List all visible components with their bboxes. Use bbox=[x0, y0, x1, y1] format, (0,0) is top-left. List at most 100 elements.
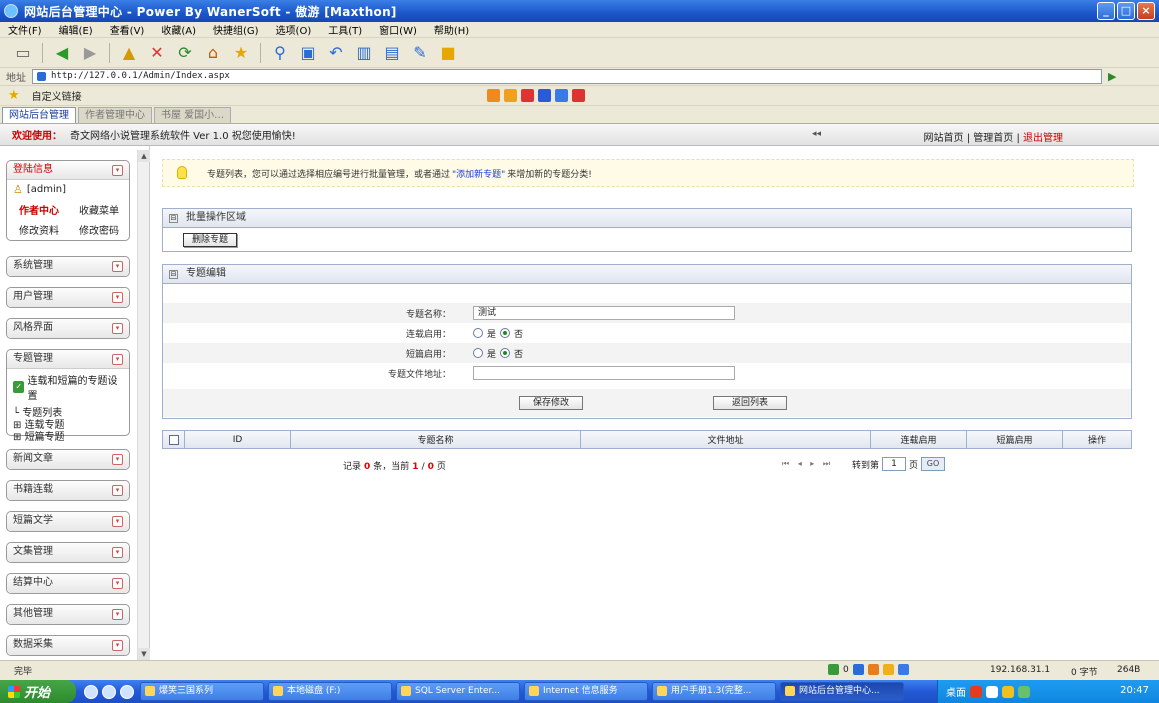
col-short-enabled[interactable]: 短篇启用 bbox=[967, 431, 1063, 448]
scroll-up-icon[interactable]: ▲ bbox=[138, 150, 150, 162]
save-button[interactable]: 保存修改 bbox=[519, 396, 583, 410]
orange-button-icon[interactable] bbox=[504, 89, 517, 102]
red-x-icon[interactable] bbox=[521, 89, 534, 102]
taskbar-item-local-disk[interactable]: 本地磁盘 (F:) bbox=[268, 682, 392, 701]
tab-admin[interactable]: 网站后台管理 bbox=[2, 107, 76, 123]
menu-groups[interactable]: 快捷组(G) bbox=[213, 22, 259, 37]
blue-square-icon[interactable] bbox=[538, 89, 551, 102]
back-icon[interactable]: ◀ bbox=[51, 42, 73, 64]
window-icon[interactable]: ▤ bbox=[381, 42, 403, 64]
menu-tools[interactable]: 工具(T) bbox=[328, 22, 362, 37]
serial-no-radio[interactable] bbox=[500, 328, 511, 338]
back-to-list-button[interactable]: 返回列表 bbox=[713, 396, 787, 410]
sidebar-section-news[interactable]: 新闻文章 ▾ bbox=[6, 449, 130, 470]
collapse-icon[interactable]: ▾ bbox=[112, 165, 123, 176]
author-center-link[interactable]: 作者中心 bbox=[19, 202, 79, 217]
network-icon[interactable] bbox=[986, 685, 998, 698]
pager-nav-icons[interactable]: ⏮ ◂ ▸ ⏭ bbox=[782, 459, 833, 469]
folder-icon[interactable]: ■ bbox=[437, 42, 459, 64]
expand-icon[interactable]: ▾ bbox=[112, 547, 123, 558]
col-serial-enabled[interactable]: 连载启用 bbox=[871, 431, 967, 448]
tree-item-topic-list[interactable]: └ 专题列表 bbox=[13, 408, 123, 420]
collapse-icon[interactable]: ▾ bbox=[112, 354, 123, 365]
up-icon[interactable]: ▲ bbox=[118, 42, 140, 64]
tab-bookhouse[interactable]: 书屋 爱国小… bbox=[154, 107, 232, 123]
sogou-icon[interactable] bbox=[970, 685, 982, 698]
qq-icon[interactable] bbox=[1002, 685, 1014, 698]
sidebar-section-settlement[interactable]: 结算中心 ▾ bbox=[6, 573, 130, 594]
expand-icon[interactable]: ▾ bbox=[112, 640, 123, 651]
edit-icon[interactable]: ✎ bbox=[409, 42, 431, 64]
home-icon[interactable]: ⌂ bbox=[202, 42, 224, 64]
columns-icon[interactable]: ▥ bbox=[353, 42, 375, 64]
expand-icon[interactable]: ▾ bbox=[112, 261, 123, 272]
select-all-checkbox[interactable] bbox=[168, 434, 179, 445]
restore-button[interactable]: □ bbox=[1117, 2, 1135, 20]
taskbar-item-manual[interactable]: 用户手册1.3(完整... bbox=[652, 682, 776, 701]
menu-window[interactable]: 窗口(W) bbox=[379, 22, 417, 37]
sidebar-section-style[interactable]: 风格界面 ▾ bbox=[6, 318, 130, 339]
expand-icon[interactable]: ▾ bbox=[112, 485, 123, 496]
panel-collapse-icon[interactable]: ⊟ bbox=[169, 213, 178, 223]
app-icon[interactable] bbox=[120, 684, 134, 699]
blue-window-icon[interactable] bbox=[555, 89, 568, 102]
undo-icon[interactable]: ↶ bbox=[325, 42, 347, 64]
favorites-star-icon[interactable]: ★ bbox=[230, 42, 252, 64]
monitor-icon[interactable]: ▣ bbox=[297, 42, 319, 64]
site-home-link[interactable]: 网站首页 bbox=[924, 133, 964, 144]
menu-file[interactable]: 文件(F) bbox=[8, 22, 42, 37]
jump-page-input[interactable]: 1 bbox=[882, 457, 907, 471]
close-button[interactable]: × bbox=[1137, 2, 1155, 20]
stop-icon[interactable]: ✕ bbox=[146, 42, 168, 64]
go-icon[interactable]: ▶ bbox=[1108, 70, 1116, 83]
menu-favorites[interactable]: 收藏(A) bbox=[161, 22, 196, 37]
sidebar-section-books[interactable]: 书籍连载 ▾ bbox=[6, 480, 130, 501]
col-actions[interactable]: 操作 bbox=[1063, 431, 1131, 448]
taskbar-item-folder[interactable]: 爆笑三国系列 bbox=[140, 682, 264, 701]
expand-icon[interactable]: ▾ bbox=[112, 292, 123, 303]
col-id[interactable]: ID bbox=[185, 431, 291, 448]
admin-home-link[interactable]: 管理首页 bbox=[973, 133, 1013, 144]
topic-settings-link[interactable]: 连载和短篇的专题设置 bbox=[27, 372, 123, 402]
logout-link[interactable]: 退出管理 bbox=[1023, 133, 1063, 144]
tree-item-serial-topics[interactable]: ⊞ 连载专题 bbox=[13, 420, 123, 432]
delete-topic-button[interactable]: 删除专题 bbox=[183, 233, 238, 247]
tab-author[interactable]: 作者管理中心 bbox=[78, 107, 152, 123]
short-no-radio[interactable] bbox=[500, 348, 511, 358]
address-input[interactable]: http://127.0.0.1/Admin/Index.aspx bbox=[32, 69, 1102, 84]
sidebar-section-other[interactable]: 其他管理 ▾ bbox=[6, 604, 130, 625]
sidebar-section-system[interactable]: 系统管理 ▾ bbox=[6, 256, 130, 277]
short-yes-radio[interactable] bbox=[473, 348, 483, 358]
change-password-link[interactable]: 修改密码 bbox=[79, 222, 133, 237]
menu-view[interactable]: 查看(V) bbox=[110, 22, 145, 37]
favorites-menu-link[interactable]: 收藏菜单 bbox=[79, 202, 133, 217]
col-topic-name[interactable]: 专题名称 bbox=[291, 431, 581, 448]
desktop-label[interactable]: 桌面 bbox=[946, 684, 966, 699]
red-close-icon[interactable] bbox=[572, 89, 585, 102]
col-file-path[interactable]: 文件地址 bbox=[581, 431, 871, 448]
refresh-icon[interactable]: ⟳ bbox=[174, 42, 196, 64]
custom-link[interactable]: 自定义链接 bbox=[32, 88, 82, 103]
expand-icon[interactable]: ▾ bbox=[112, 516, 123, 527]
expand-icon[interactable]: ▾ bbox=[112, 454, 123, 465]
add-topic-link[interactable]: "添加新专题" bbox=[452, 167, 505, 180]
search-icon[interactable]: ⚲ bbox=[269, 42, 291, 64]
serial-yes-radio[interactable] bbox=[473, 328, 483, 338]
new-page-icon[interactable]: ▭ bbox=[12, 42, 34, 64]
taskbar-item-admin[interactable]: 网站后台管理中心... bbox=[780, 682, 904, 701]
favorites-star-icon[interactable]: ★ bbox=[8, 88, 20, 103]
minimize-button[interactable]: _ bbox=[1097, 2, 1115, 20]
orange-button-icon[interactable] bbox=[487, 89, 500, 102]
ie-icon[interactable] bbox=[84, 684, 98, 699]
sidebar-section-collection-data[interactable]: 数据采集 ▾ bbox=[6, 635, 130, 656]
topic-header[interactable]: 专题管理 ▾ bbox=[7, 350, 129, 369]
panel-collapse-icon[interactable]: ⊟ bbox=[169, 269, 178, 279]
expand-icon[interactable]: ▾ bbox=[112, 578, 123, 589]
start-button[interactable]: 开始 bbox=[0, 680, 76, 703]
taskbar-item-sql-server[interactable]: SQL Server Enter... bbox=[396, 682, 520, 701]
tree-item-short-topics[interactable]: ⊞ 短篇专题 bbox=[13, 432, 123, 444]
topic-name-input[interactable]: 测试 bbox=[473, 306, 735, 320]
login-info-header[interactable]: 登陆信息 ▾ bbox=[7, 161, 129, 180]
expand-icon[interactable]: ▾ bbox=[112, 323, 123, 334]
volume-icon[interactable] bbox=[1018, 685, 1030, 698]
